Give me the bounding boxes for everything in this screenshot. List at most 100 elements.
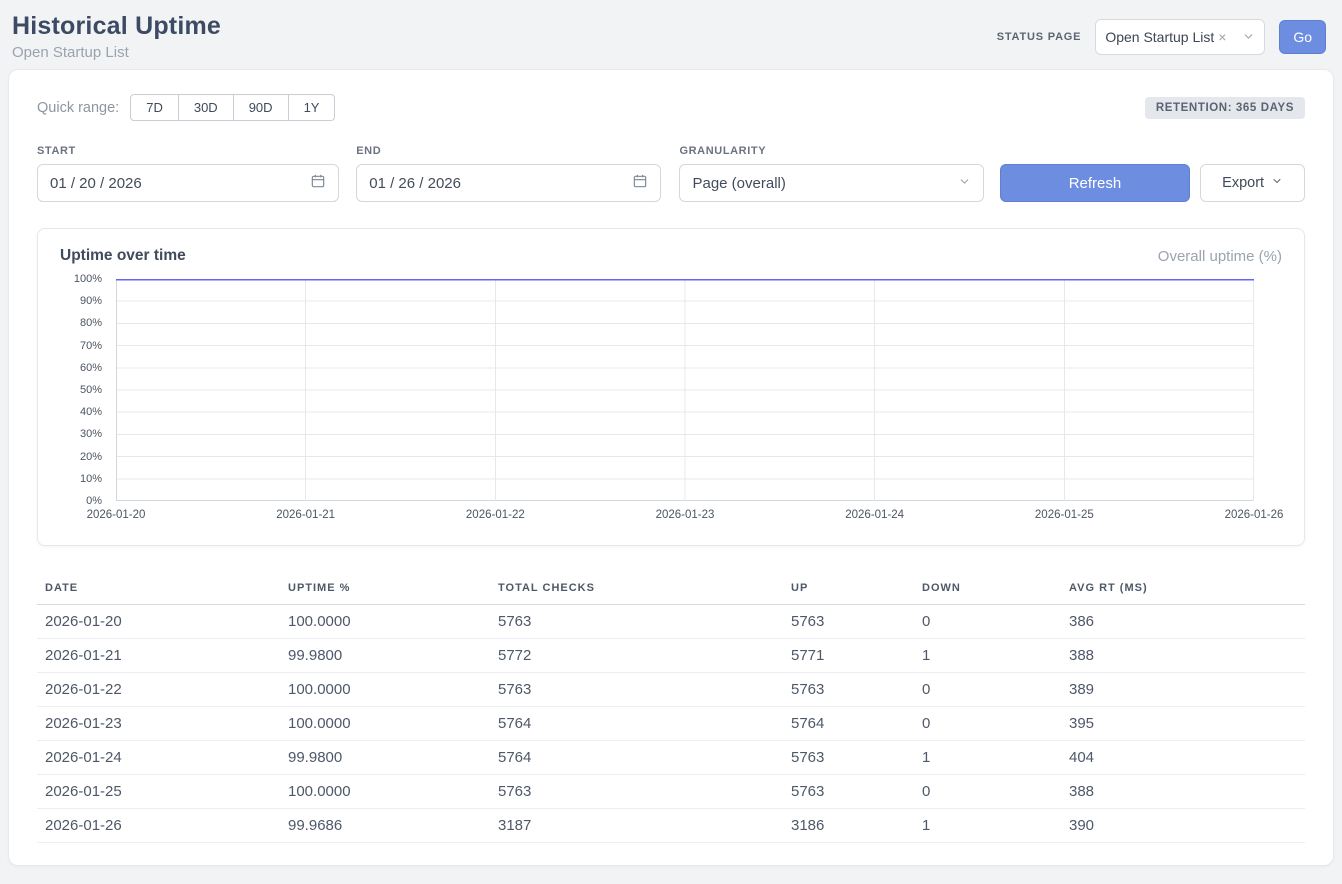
table-cell: 100.0000 bbox=[280, 775, 490, 809]
y-tick-label: 70% bbox=[80, 340, 102, 352]
page-title: Historical Uptime bbox=[12, 12, 221, 41]
start-date-value: 01 / 20 / 2026 bbox=[50, 175, 142, 192]
table-cell: 388 bbox=[1061, 639, 1305, 673]
retention-badge: RETENTION: 365 DAYS bbox=[1145, 97, 1305, 119]
table-cell: 5763 bbox=[783, 605, 914, 639]
quick-range-7d[interactable]: 7D bbox=[130, 94, 179, 121]
refresh-button[interactable]: Refresh bbox=[1000, 164, 1191, 202]
end-date-label: END bbox=[356, 145, 661, 157]
table-cell: 1 bbox=[914, 809, 1061, 843]
y-tick-label: 50% bbox=[80, 384, 102, 396]
status-page-select[interactable]: Open Startup List × bbox=[1095, 19, 1265, 55]
quick-range-group: 7D30D90D1Y bbox=[130, 94, 335, 121]
column-header: TOTAL CHECKS bbox=[490, 572, 783, 605]
table-cell: 0 bbox=[914, 605, 1061, 639]
granularity-select[interactable]: Page (overall) bbox=[679, 164, 983, 202]
table-cell: 386 bbox=[1061, 605, 1305, 639]
table-row: 2026-01-22100.0000576357630389 bbox=[37, 673, 1305, 707]
table-cell: 3187 bbox=[490, 809, 783, 843]
table-cell: 1 bbox=[914, 741, 1061, 775]
start-date-field: START 01 / 20 / 2026 bbox=[37, 145, 339, 202]
table-row: 2026-01-2499.9800576457631404 bbox=[37, 741, 1305, 775]
table-row: 2026-01-2199.9800577257711388 bbox=[37, 639, 1305, 673]
table-cell: 99.9686 bbox=[280, 809, 490, 843]
column-header: UPTIME % bbox=[280, 572, 490, 605]
y-tick-label: 40% bbox=[80, 406, 102, 418]
y-tick-label: 30% bbox=[80, 428, 102, 440]
end-date-input[interactable]: 01 / 26 / 2026 bbox=[356, 164, 661, 202]
calendar-icon[interactable] bbox=[632, 173, 648, 193]
start-date-label: START bbox=[37, 145, 339, 157]
table-cell: 100.0000 bbox=[280, 707, 490, 741]
y-tick-label: 0% bbox=[86, 495, 102, 507]
table-cell: 2026-01-23 bbox=[37, 707, 280, 741]
table-cell: 2026-01-22 bbox=[37, 673, 280, 707]
quick-range-1y[interactable]: 1Y bbox=[288, 94, 336, 121]
table-cell: 0 bbox=[914, 673, 1061, 707]
table-cell: 3186 bbox=[783, 809, 914, 843]
table-cell: 390 bbox=[1061, 809, 1305, 843]
go-button[interactable]: Go bbox=[1279, 20, 1326, 54]
table-cell: 5764 bbox=[490, 741, 783, 775]
table-cell: 5763 bbox=[490, 775, 783, 809]
table-cell: 100.0000 bbox=[280, 673, 490, 707]
status-page-label: STATUS PAGE bbox=[997, 31, 1082, 43]
table-header-row: DATEUPTIME %TOTAL CHECKSUPDOWNAVG RT (MS… bbox=[37, 572, 1305, 605]
clear-icon[interactable]: × bbox=[1218, 29, 1226, 45]
table-row: 2026-01-2699.9686318731861390 bbox=[37, 809, 1305, 843]
table-cell: 5763 bbox=[490, 673, 783, 707]
table-cell: 5763 bbox=[490, 605, 783, 639]
table-cell: 5763 bbox=[783, 741, 914, 775]
y-tick-label: 20% bbox=[80, 451, 102, 463]
quick-range-90d[interactable]: 90D bbox=[233, 94, 289, 121]
calendar-icon[interactable] bbox=[310, 173, 326, 193]
main-panel: Quick range: 7D30D90D1Y RETENTION: 365 D… bbox=[8, 69, 1334, 866]
chevron-down-icon bbox=[958, 175, 971, 192]
end-date-field: END 01 / 26 / 2026 bbox=[356, 145, 661, 202]
table-cell: 99.9800 bbox=[280, 741, 490, 775]
quick-range-row: Quick range: 7D30D90D1Y RETENTION: 365 D… bbox=[37, 94, 1305, 121]
quick-range-30d[interactable]: 30D bbox=[178, 94, 234, 121]
table-cell: 2026-01-24 bbox=[37, 741, 280, 775]
table-row: 2026-01-25100.0000576357630388 bbox=[37, 775, 1305, 809]
header-right: STATUS PAGE Open Startup List × Go bbox=[997, 19, 1326, 55]
table-cell: 404 bbox=[1061, 741, 1305, 775]
end-date-value: 01 / 26 / 2026 bbox=[369, 175, 461, 192]
column-header: UP bbox=[783, 572, 914, 605]
chart-plot bbox=[116, 279, 1254, 501]
table-cell: 99.9800 bbox=[280, 639, 490, 673]
uptime-chart-card: Uptime over time Overall uptime (%) 100%… bbox=[37, 228, 1305, 546]
x-tick-label: 2026-01-25 bbox=[1035, 509, 1094, 521]
granularity-label: GRANULARITY bbox=[679, 145, 983, 157]
y-tick-label: 100% bbox=[74, 273, 102, 285]
x-tick-label: 2026-01-23 bbox=[656, 509, 715, 521]
x-tick-label: 2026-01-26 bbox=[1225, 509, 1284, 521]
table-cell: 389 bbox=[1061, 673, 1305, 707]
page-header: Historical Uptime Open Startup List STAT… bbox=[0, 0, 1342, 69]
granularity-value: Page (overall) bbox=[692, 175, 785, 192]
y-tick-label: 10% bbox=[80, 473, 102, 485]
x-axis: 2026-01-202026-01-212026-01-222026-01-23… bbox=[116, 509, 1254, 531]
status-page-value: Open Startup List bbox=[1105, 29, 1214, 45]
table-cell: 5763 bbox=[783, 673, 914, 707]
table-cell: 5763 bbox=[783, 775, 914, 809]
chevron-down-icon bbox=[1271, 175, 1283, 191]
y-axis: 100%90%80%70%60%50%40%30%20%10%0% bbox=[60, 279, 106, 501]
y-tick-label: 90% bbox=[80, 295, 102, 307]
granularity-field: GRANULARITY Page (overall) bbox=[679, 145, 983, 202]
y-tick-label: 60% bbox=[80, 362, 102, 374]
column-header: DOWN bbox=[914, 572, 1061, 605]
table-cell: 2026-01-26 bbox=[37, 809, 280, 843]
table-cell: 5764 bbox=[783, 707, 914, 741]
start-date-input[interactable]: 01 / 20 / 2026 bbox=[37, 164, 339, 202]
table-head: DATEUPTIME %TOTAL CHECKSUPDOWNAVG RT (MS… bbox=[37, 572, 1305, 605]
uptime-table-body: 2026-01-20100.00005763576303862026-01-21… bbox=[37, 605, 1305, 843]
export-button[interactable]: Export bbox=[1200, 164, 1305, 202]
quick-range-label: Quick range: bbox=[37, 100, 119, 116]
table-row: 2026-01-20100.0000576357630386 bbox=[37, 605, 1305, 639]
table-cell: 2026-01-21 bbox=[37, 639, 280, 673]
table-cell: 5764 bbox=[490, 707, 783, 741]
chart-title: Uptime over time bbox=[60, 247, 186, 265]
table-cell: 2026-01-20 bbox=[37, 605, 280, 639]
column-header: DATE bbox=[37, 572, 280, 605]
